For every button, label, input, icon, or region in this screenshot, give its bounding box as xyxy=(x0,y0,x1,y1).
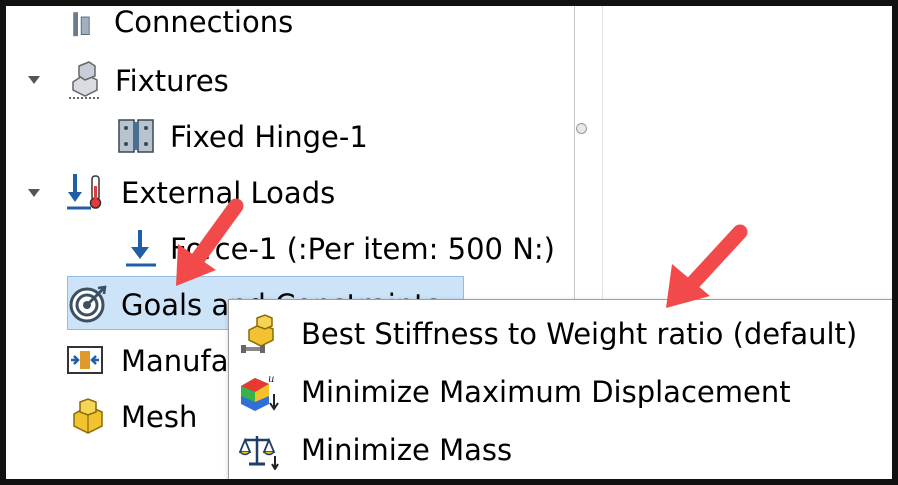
tree-item-label: Mesh xyxy=(121,400,198,434)
mesh-icon xyxy=(73,398,103,434)
menu-item-minimize-max-displacement[interactable]: u Minimize Maximum Displacement xyxy=(229,364,892,420)
fixtures-icon xyxy=(69,61,101,99)
annotation-arrow-icon xyxy=(666,224,748,308)
manufacturing-icon xyxy=(67,346,103,374)
menu-item-best-stiffness-weight[interactable]: Best Stiffness to Weight ratio (default) xyxy=(229,306,892,362)
tree-item-label: Fixtures xyxy=(115,64,229,98)
mass-scale-icon xyxy=(239,436,279,470)
tree-item-label: Fixed Hinge-1 xyxy=(170,120,368,154)
tree-item-label: Connections xyxy=(114,5,294,39)
menu-item-minimize-mass[interactable]: Minimize Mass xyxy=(229,422,892,478)
connections-icon xyxy=(73,12,90,37)
expand-arrow-icon[interactable] xyxy=(28,75,40,85)
fixed-hinge-icon xyxy=(118,119,154,153)
stiffness-weight-icon xyxy=(241,314,274,353)
svg-text:u: u xyxy=(268,374,274,385)
force-icon xyxy=(126,230,156,267)
splitter-handle-icon[interactable] xyxy=(576,123,587,134)
context-menu: Best Stiffness to Weight ratio (default)… xyxy=(228,299,892,479)
menu-item-label: Minimize Mass xyxy=(301,433,513,467)
displacement-icon: u xyxy=(241,374,279,411)
expand-arrow-icon[interactable] xyxy=(28,188,40,198)
external-loads-icon xyxy=(67,174,102,210)
menu-item-label: Best Stiffness to Weight ratio (default) xyxy=(301,317,858,351)
menu-item-label: Minimize Maximum Displacement xyxy=(301,375,791,409)
screenshot-frame: Connections Fixtures Fixed Hinge-1 Exter… xyxy=(0,0,898,485)
goals-icon xyxy=(69,285,107,323)
annotation-arrow-icon xyxy=(176,198,244,286)
